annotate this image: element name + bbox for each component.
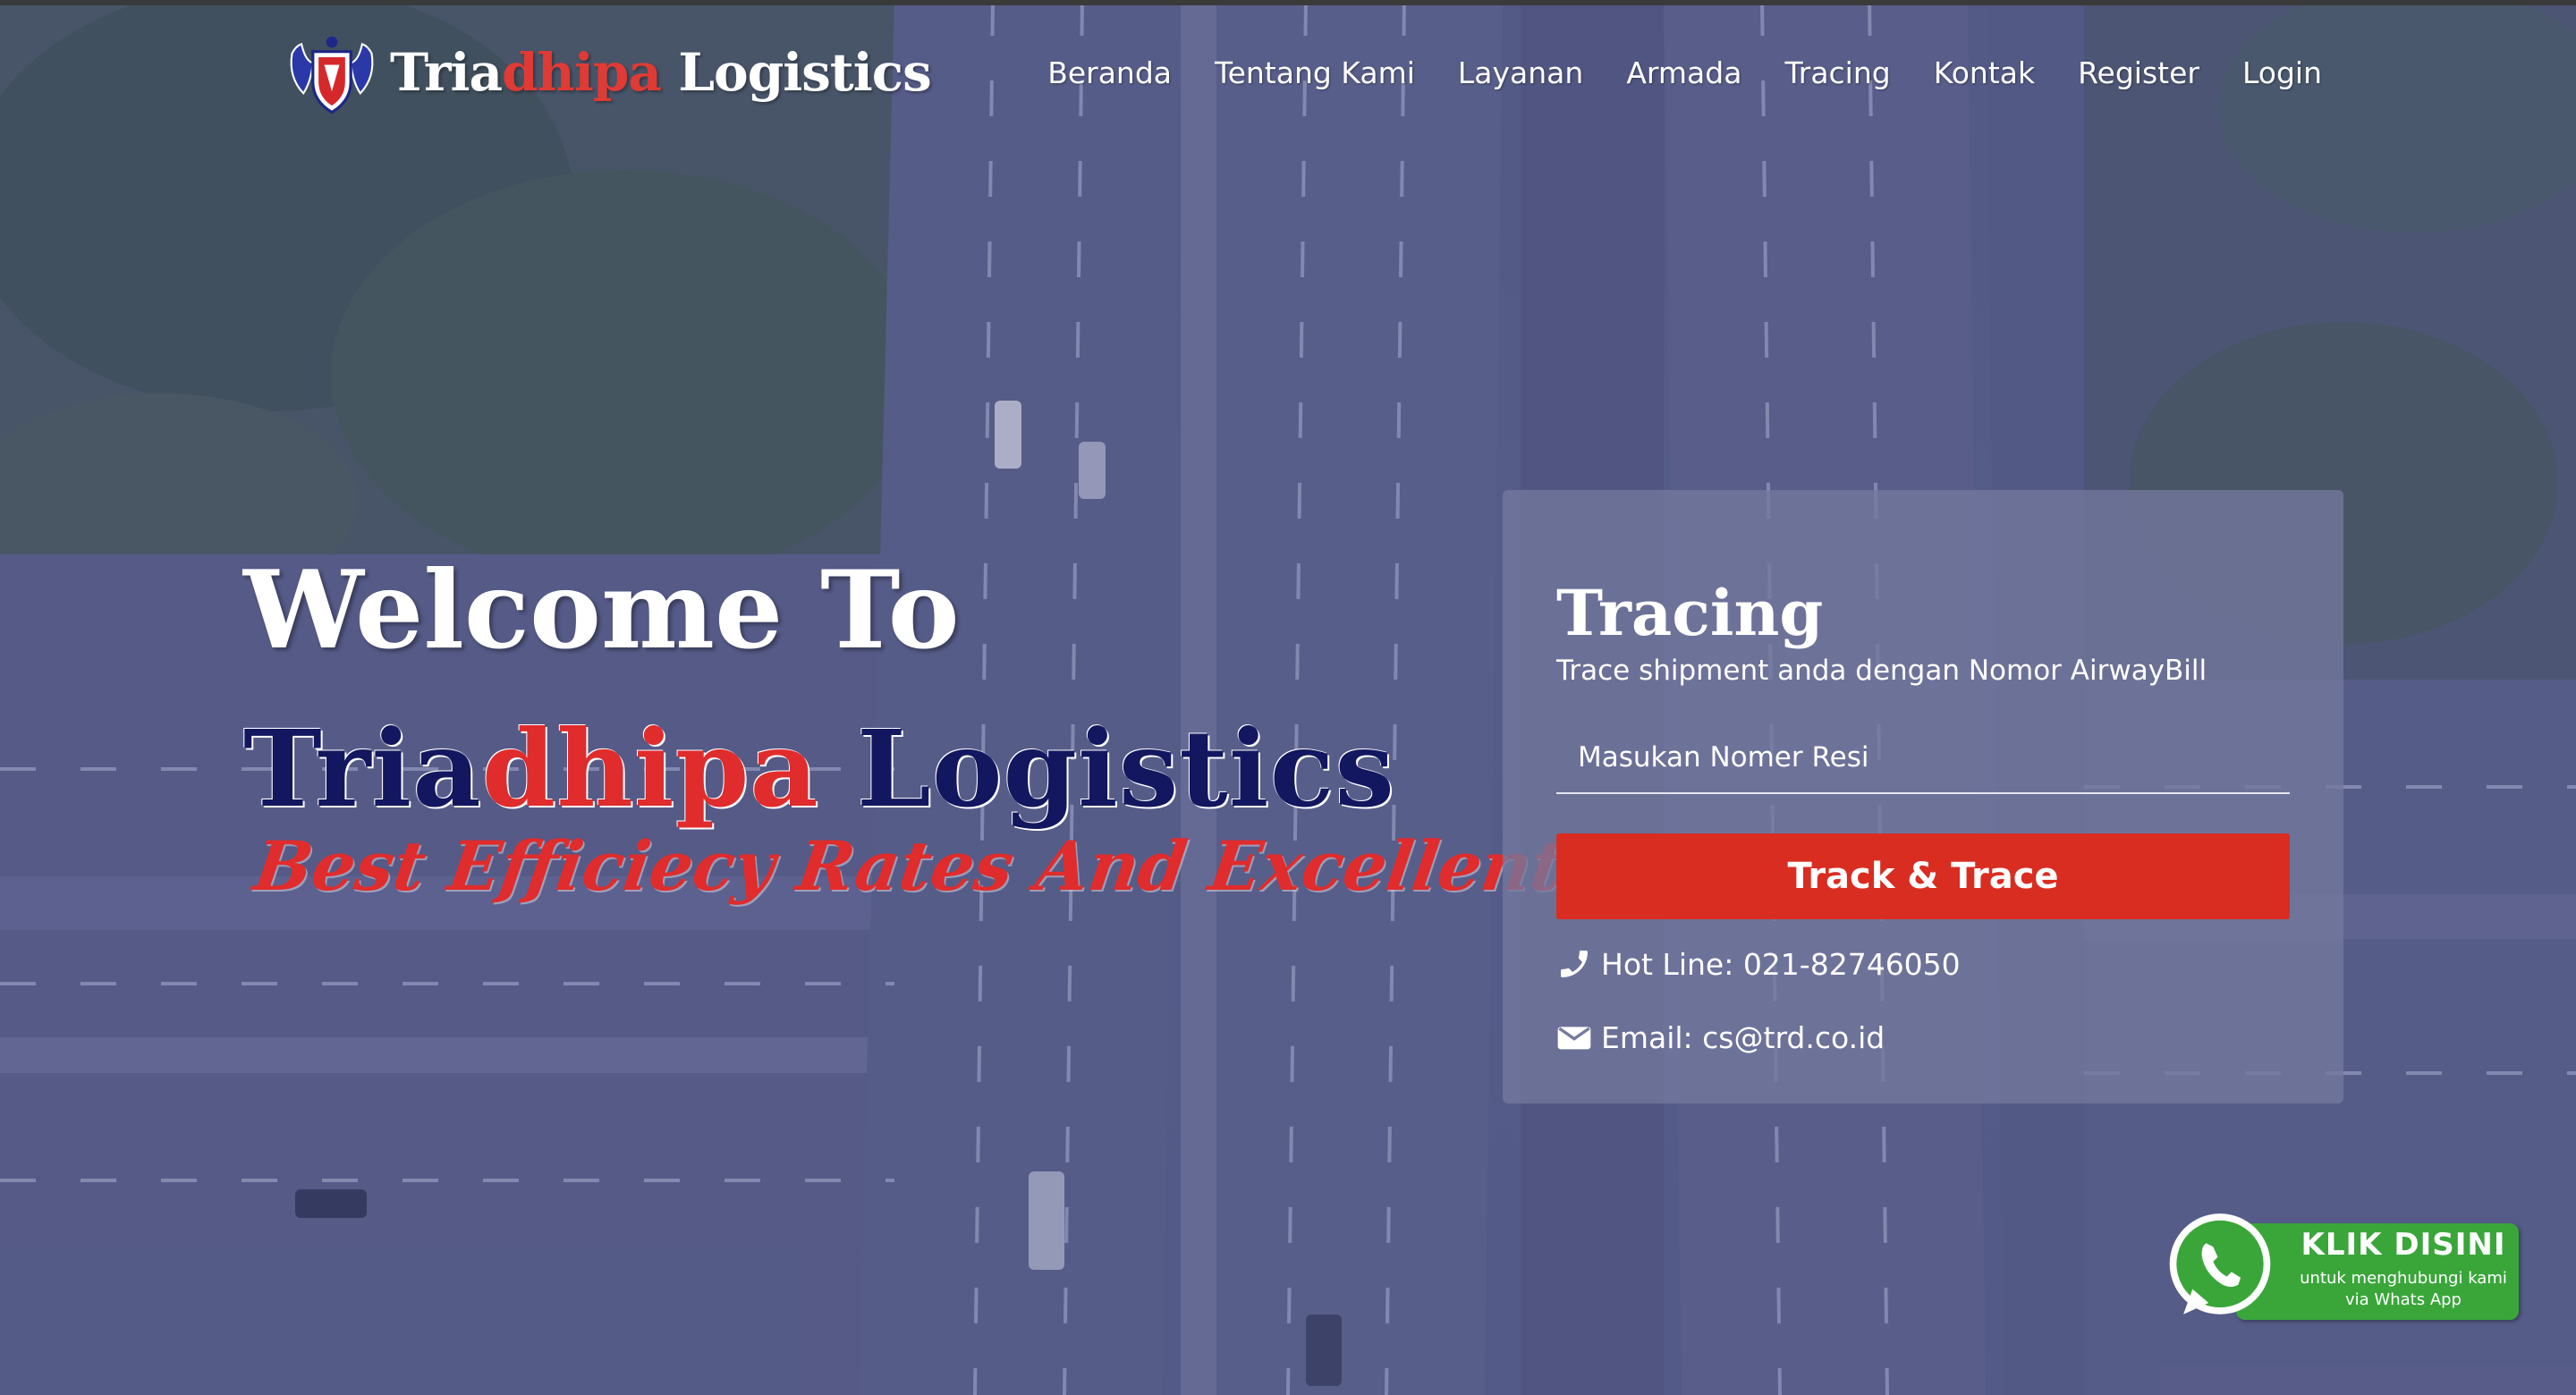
nav-item-layanan[interactable]: Layanan (1458, 55, 1583, 90)
nav-item-tracing[interactable]: Tracing (1784, 55, 1890, 90)
nav-item-armada[interactable]: Armada (1626, 55, 1741, 90)
whatsapp-subtitle-line1: untuk menghubungi kami (2300, 1269, 2507, 1288)
nav-item-beranda[interactable]: Beranda (1047, 55, 1172, 90)
hotline-text: Hot Line: 021-82746050 (1601, 946, 1961, 982)
nav-item-login[interactable]: Login (2242, 55, 2322, 90)
brand-name-part3: Logistics (661, 42, 932, 103)
tracing-title: Tracing (1556, 576, 1824, 650)
whatsapp-subtitle-line2: via Whats App (2345, 1290, 2462, 1309)
email-text: Email: cs@trd.co.id (1601, 1019, 1885, 1055)
hotline-row: Hot Line: 021-82746050 (1556, 946, 1961, 982)
tracing-card: Tracing Trace shipment anda dengan Nomor… (1503, 490, 2343, 1103)
navbar: Triadhipa Logistics Beranda Tentang Kami… (0, 5, 2576, 140)
whatsapp-subtitle: untuk menghubungi kami via Whats App (2288, 1268, 2519, 1311)
whatsapp-contact-button[interactable]: KLIK DISINI untuk menghubungi kami via W… (2163, 1209, 2522, 1327)
hero-welcome-heading: Welcome To (243, 547, 960, 673)
brand-name-part2: dhipa (502, 42, 662, 103)
nav-menu: Beranda Tentang Kami Layanan Armada Trac… (1004, 55, 2322, 90)
brand-name-part1: Tria (390, 42, 503, 103)
envelope-icon (1557, 1027, 1591, 1050)
eagle-shield-icon (290, 36, 374, 114)
brand-home-link[interactable]: Triadhipa Logistics (284, 23, 932, 122)
phone-icon (1561, 951, 1588, 977)
hero-company-part3: Logistics (818, 706, 1395, 831)
tracing-subtitle: Trace shipment anda dengan Nomor AirwayB… (1556, 655, 2207, 687)
nav-item-tentang-kami[interactable]: Tentang Kami (1215, 55, 1415, 90)
whatsapp-title: KLIK DISINI (2301, 1227, 2506, 1263)
hero-company-part2: dhipa (481, 706, 819, 831)
resi-number-input[interactable] (1556, 723, 2290, 794)
email-row: Email: cs@trd.co.id (1556, 1019, 1885, 1055)
whatsapp-icon (2169, 1213, 2271, 1315)
nav-item-register[interactable]: Register (2078, 55, 2199, 90)
nav-item-kontak[interactable]: Kontak (1934, 55, 2035, 90)
track-trace-button[interactable]: Track & Trace (1556, 833, 2290, 919)
hero-company-part1: Tria (243, 706, 482, 831)
brand-name: Triadhipa Logistics (390, 42, 932, 103)
hero-company-name: Triadhipa Logistics (243, 706, 1395, 831)
